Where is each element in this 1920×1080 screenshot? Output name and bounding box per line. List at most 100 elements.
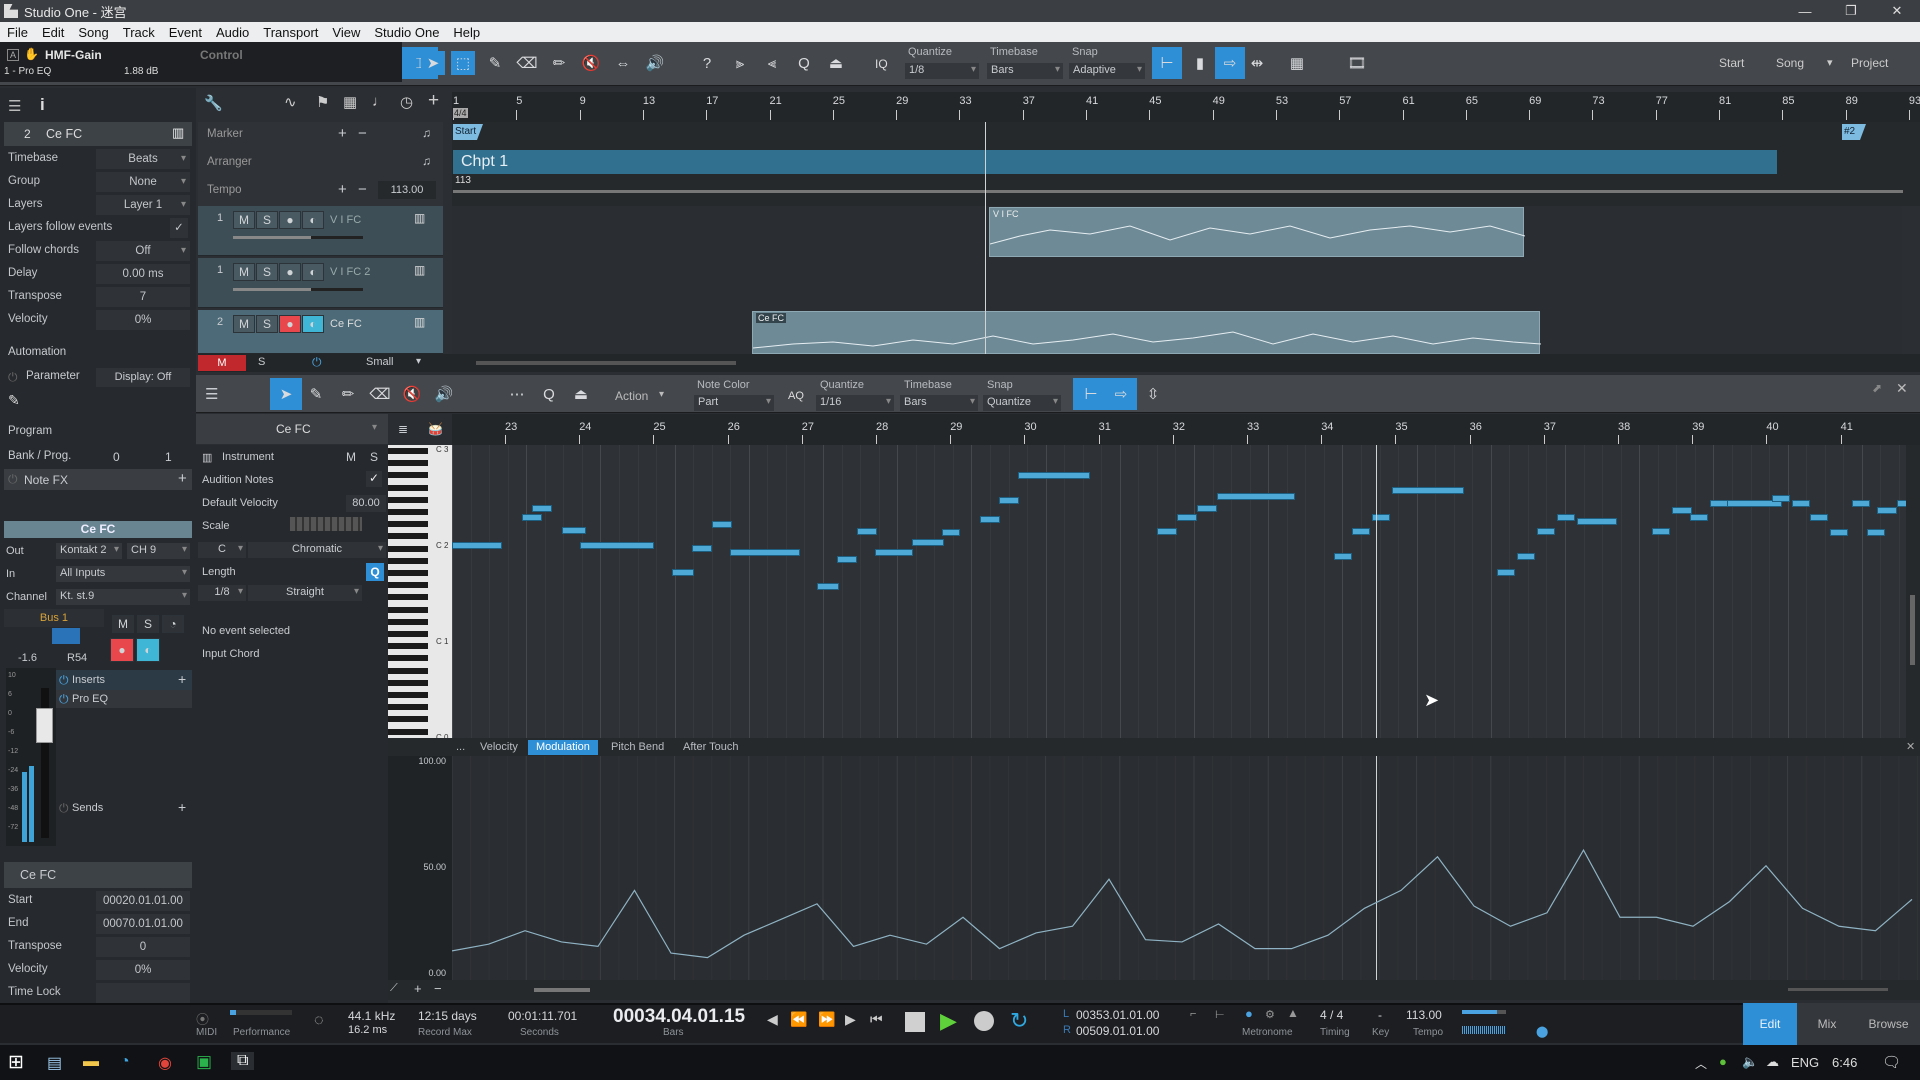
drum-icon[interactable]: 🥁	[428, 422, 443, 436]
editor-arrow-tool-icon[interactable]: ➤	[270, 378, 302, 410]
modulation-lane[interactable]	[452, 756, 1920, 980]
input-chord-label[interactable]: Input Chord	[202, 648, 259, 660]
editor-groove-icon[interactable]: ⏏	[569, 382, 593, 406]
clip-ce-fc[interactable]: Ce FC	[752, 311, 1541, 354]
event-row-value[interactable]	[96, 983, 190, 1003]
control-value[interactable]: 1.88 dB	[124, 66, 158, 77]
automation-icon[interactable]: ∿	[284, 93, 297, 111]
black-key[interactable]	[388, 472, 428, 479]
black-key[interactable]	[388, 496, 428, 503]
start-page-button[interactable]: Start	[1719, 56, 1744, 70]
black-key[interactable]	[388, 692, 428, 698]
action-menu[interactable]: Action	[615, 389, 648, 403]
app-icon[interactable]: ◔	[120, 1053, 130, 1071]
snap-grid-icon[interactable]: ⊢	[1152, 47, 1182, 79]
mix-page-tab[interactable]: Mix	[1797, 1003, 1857, 1045]
black-key[interactable]	[388, 521, 428, 528]
midi-note[interactable]	[1690, 514, 1708, 521]
black-key[interactable]	[388, 533, 428, 540]
studio-one-taskbar-icon[interactable]: ⧉	[231, 1052, 255, 1070]
minimize-button[interactable]: —	[1782, 0, 1828, 22]
midi-note[interactable]	[1852, 500, 1870, 507]
channel-mute-button[interactable]: M	[112, 615, 134, 633]
add-send-icon[interactable]: +	[178, 799, 186, 815]
song-dropdown-icon[interactable]: ▾	[1827, 56, 1833, 69]
menu-edit[interactable]: Edit	[35, 25, 71, 40]
inspector-row-value[interactable]: 7	[96, 287, 190, 307]
add-tempo-icon[interactable]: +	[338, 181, 347, 198]
browse-page-tab[interactable]: Browse	[1857, 1003, 1920, 1045]
midi-note[interactable]	[1577, 518, 1617, 525]
black-key[interactable]	[388, 448, 428, 454]
audition-notes-checkbox[interactable]: ✓	[366, 471, 382, 487]
track-3-mute[interactable]: M	[233, 315, 255, 333]
editor-eraser-tool-icon[interactable]: ⌫	[368, 382, 392, 406]
track-header-2[interactable]: 1 M S ● ◐ V I FC 2 ▥	[198, 258, 443, 308]
midi-note[interactable]	[522, 514, 542, 521]
midi-note[interactable]	[452, 542, 502, 549]
wechat-icon[interactable]: ▣	[196, 1052, 212, 1072]
editor-step-icon[interactable]: ⋯	[505, 382, 529, 406]
menu-transport[interactable]: Transport	[256, 25, 325, 40]
track-2-monitor[interactable]: ◐	[302, 263, 324, 281]
midi-note[interactable]	[857, 528, 877, 535]
inspector-row-value[interactable]: Layer 1	[96, 195, 190, 215]
global-mute-button[interactable]: M	[198, 355, 246, 371]
editor-timebase-select[interactable]: Bars	[900, 395, 978, 411]
rewind-icon[interactable]: ⏪	[790, 1011, 807, 1028]
black-key[interactable]	[388, 631, 428, 637]
note-fx-power-icon[interactable]: ⏻	[8, 472, 18, 487]
midi-note[interactable]	[912, 539, 944, 546]
hand-icon[interactable]: ✋	[24, 47, 39, 61]
strip-silence-icon[interactable]: ⫷	[760, 51, 784, 75]
black-key[interactable]	[388, 679, 428, 686]
onedrive-icon[interactable]: ☁	[1766, 1054, 1779, 1070]
list-icon[interactable]: ☰	[8, 97, 21, 115]
return-to-zero-icon[interactable]: ⏮	[870, 1011, 883, 1028]
track-1-monitor[interactable]: ◐	[302, 211, 324, 229]
global-power-icon[interactable]: ⏻	[312, 355, 322, 370]
tray-expand-icon[interactable]: ︿	[1695, 1055, 1707, 1072]
bend-tool-icon[interactable]: ⇔	[611, 51, 635, 75]
fast-forward-icon[interactable]: ⏩	[818, 1011, 835, 1028]
midi-note[interactable]	[1217, 493, 1295, 500]
track-2-record[interactable]: ●	[279, 263, 301, 281]
editor-paint-tool-icon[interactable]: ✏	[336, 382, 360, 406]
editor-pencil-tool-icon[interactable]: ✎	[304, 382, 328, 406]
black-key[interactable]	[388, 606, 428, 613]
inspector-row-value[interactable]: 0.00 ms	[96, 264, 190, 284]
black-key[interactable]	[388, 557, 428, 564]
automation-tab-velocity[interactable]: Velocity	[472, 740, 526, 755]
file-explorer-icon[interactable]: ▬	[83, 1053, 99, 1071]
midi-note[interactable]	[1537, 528, 1555, 535]
automation-tab-aftertouch[interactable]: After Touch	[675, 740, 746, 755]
loop-button[interactable]: ↻	[1010, 1008, 1028, 1034]
info-icon[interactable]: i	[40, 95, 45, 115]
midi-note[interactable]	[1177, 514, 1197, 521]
add-insert-icon[interactable]: +	[178, 671, 186, 687]
record-arm-icon[interactable]: ●	[110, 638, 134, 662]
event-row-value[interactable]: 0	[96, 937, 190, 957]
prog-value[interactable]: 1	[165, 450, 172, 464]
editor-listen-tool-icon[interactable]: 🔊	[432, 382, 456, 406]
midi-note[interactable]	[1867, 529, 1885, 536]
inspector-row-value[interactable]: 0%	[96, 310, 190, 330]
tempo-value-field[interactable]: 113.00	[378, 181, 436, 199]
midi-note[interactable]	[1334, 553, 1352, 560]
grid-options-icon[interactable]: ▦	[1285, 51, 1309, 75]
arranger-icon[interactable]: ▦	[343, 93, 357, 111]
snap-select[interactable]: Adaptive	[1069, 63, 1145, 79]
black-key[interactable]	[388, 509, 428, 515]
editor-quantize-icon[interactable]: Q	[537, 382, 561, 406]
editor-menu-icon[interactable]: ☰	[205, 385, 218, 403]
power-icon[interactable]: ⏻	[8, 370, 18, 385]
windows-start-icon[interactable]: ⊞	[8, 1051, 24, 1074]
midi-note[interactable]	[1018, 472, 1090, 479]
midi-note[interactable]	[1792, 500, 1810, 507]
close-button[interactable]: ✕	[1874, 0, 1920, 22]
midi-note[interactable]	[1197, 505, 1217, 512]
arrange-ruler[interactable]	[452, 92, 1920, 122]
piano-keyboard[interactable]: C 3C 2C 1C 0	[388, 445, 452, 742]
out-select[interactable]: Kontakt 2	[56, 543, 122, 559]
arranger-note-icon[interactable]: ♫	[422, 154, 431, 168]
